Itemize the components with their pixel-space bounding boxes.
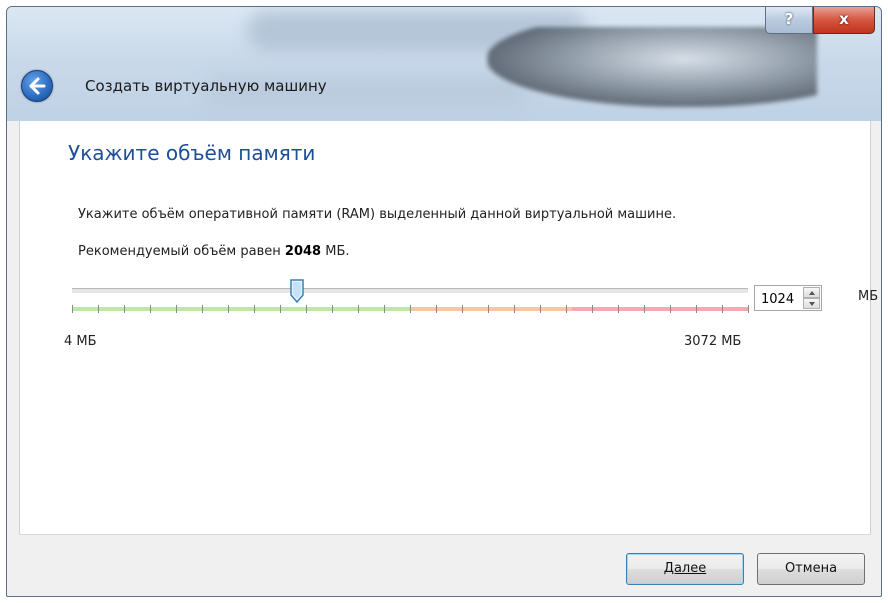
close-button[interactable]: x: [813, 7, 875, 34]
slider-tick: [124, 305, 125, 313]
slider-tick: [592, 305, 593, 313]
slider-tick: [72, 305, 73, 313]
recommended-unit: МБ.: [325, 244, 350, 259]
glass-decoration: [487, 27, 817, 107]
help-icon: ?: [784, 10, 794, 28]
recommended-memory-text: Рекомендуемый объём равен 2048 МБ.: [78, 244, 350, 259]
create-vm-wizard-window: Создать виртуальную машину ? x Укажите о…: [6, 6, 882, 597]
page-description: Укажите объём оперативной памяти (RAM) в…: [78, 207, 677, 222]
next-button[interactable]: Далее: [626, 553, 744, 585]
slider-tick: [202, 305, 203, 313]
button-bar: Далее Отмена: [19, 534, 871, 594]
slider-tick: [332, 305, 333, 313]
slider-tick: [358, 305, 359, 313]
slider-tick: [410, 305, 411, 313]
help-button[interactable]: ?: [765, 7, 813, 34]
slider-tick: [696, 305, 697, 313]
slider-tick: [644, 305, 645, 313]
slider-ticks: [72, 305, 749, 313]
window-title: Создать виртуальную машину: [85, 77, 327, 95]
memory-unit-label: МБ: [858, 289, 879, 304]
memory-slider-track[interactable]: [72, 288, 748, 294]
slider-tick: [540, 305, 541, 313]
memory-slider-thumb[interactable]: [289, 279, 305, 303]
cancel-button-label: Отмена: [784, 561, 838, 576]
spin-buttons: [803, 287, 820, 309]
close-icon: x: [839, 10, 849, 28]
back-button[interactable]: [21, 70, 53, 102]
wizard-page: Укажите объём памяти Укажите объём опера…: [19, 121, 878, 534]
slider-tick: [670, 305, 671, 313]
page-title: Укажите объём памяти: [68, 141, 316, 165]
slider-tick: [462, 305, 463, 313]
recommended-value: 2048: [284, 244, 322, 259]
slider-tick: [488, 305, 489, 313]
slider-tick: [254, 305, 255, 313]
title-bar: Создать виртуальную машину ? x: [7, 7, 881, 121]
slider-tick: [306, 305, 307, 313]
recommended-prefix: Рекомендуемый объём равен: [78, 244, 281, 259]
slider-tick: [228, 305, 229, 313]
spin-down-button[interactable]: [803, 298, 820, 309]
slider-tick: [98, 305, 99, 313]
slider-tick: [150, 305, 151, 313]
arrow-left-icon: [29, 77, 46, 95]
slider-min-label: 4 МБ: [64, 334, 97, 349]
slider-tick: [618, 305, 619, 313]
slider-tick: [384, 305, 385, 313]
slider-tick: [280, 305, 281, 313]
cancel-button[interactable]: Отмена: [757, 553, 865, 585]
slider-tick: [436, 305, 437, 313]
slider-max-label: 3072 МБ: [684, 334, 742, 349]
slider-tick: [722, 305, 723, 313]
slider-tick: [748, 305, 749, 313]
slider-tick: [176, 305, 177, 313]
memory-spinbox[interactable]: [754, 285, 822, 312]
slider-tick: [566, 305, 567, 313]
memory-input[interactable]: [755, 286, 807, 312]
next-button-label: Далее: [663, 561, 707, 576]
spin-up-button[interactable]: [803, 287, 820, 298]
slider-tick: [514, 305, 515, 313]
